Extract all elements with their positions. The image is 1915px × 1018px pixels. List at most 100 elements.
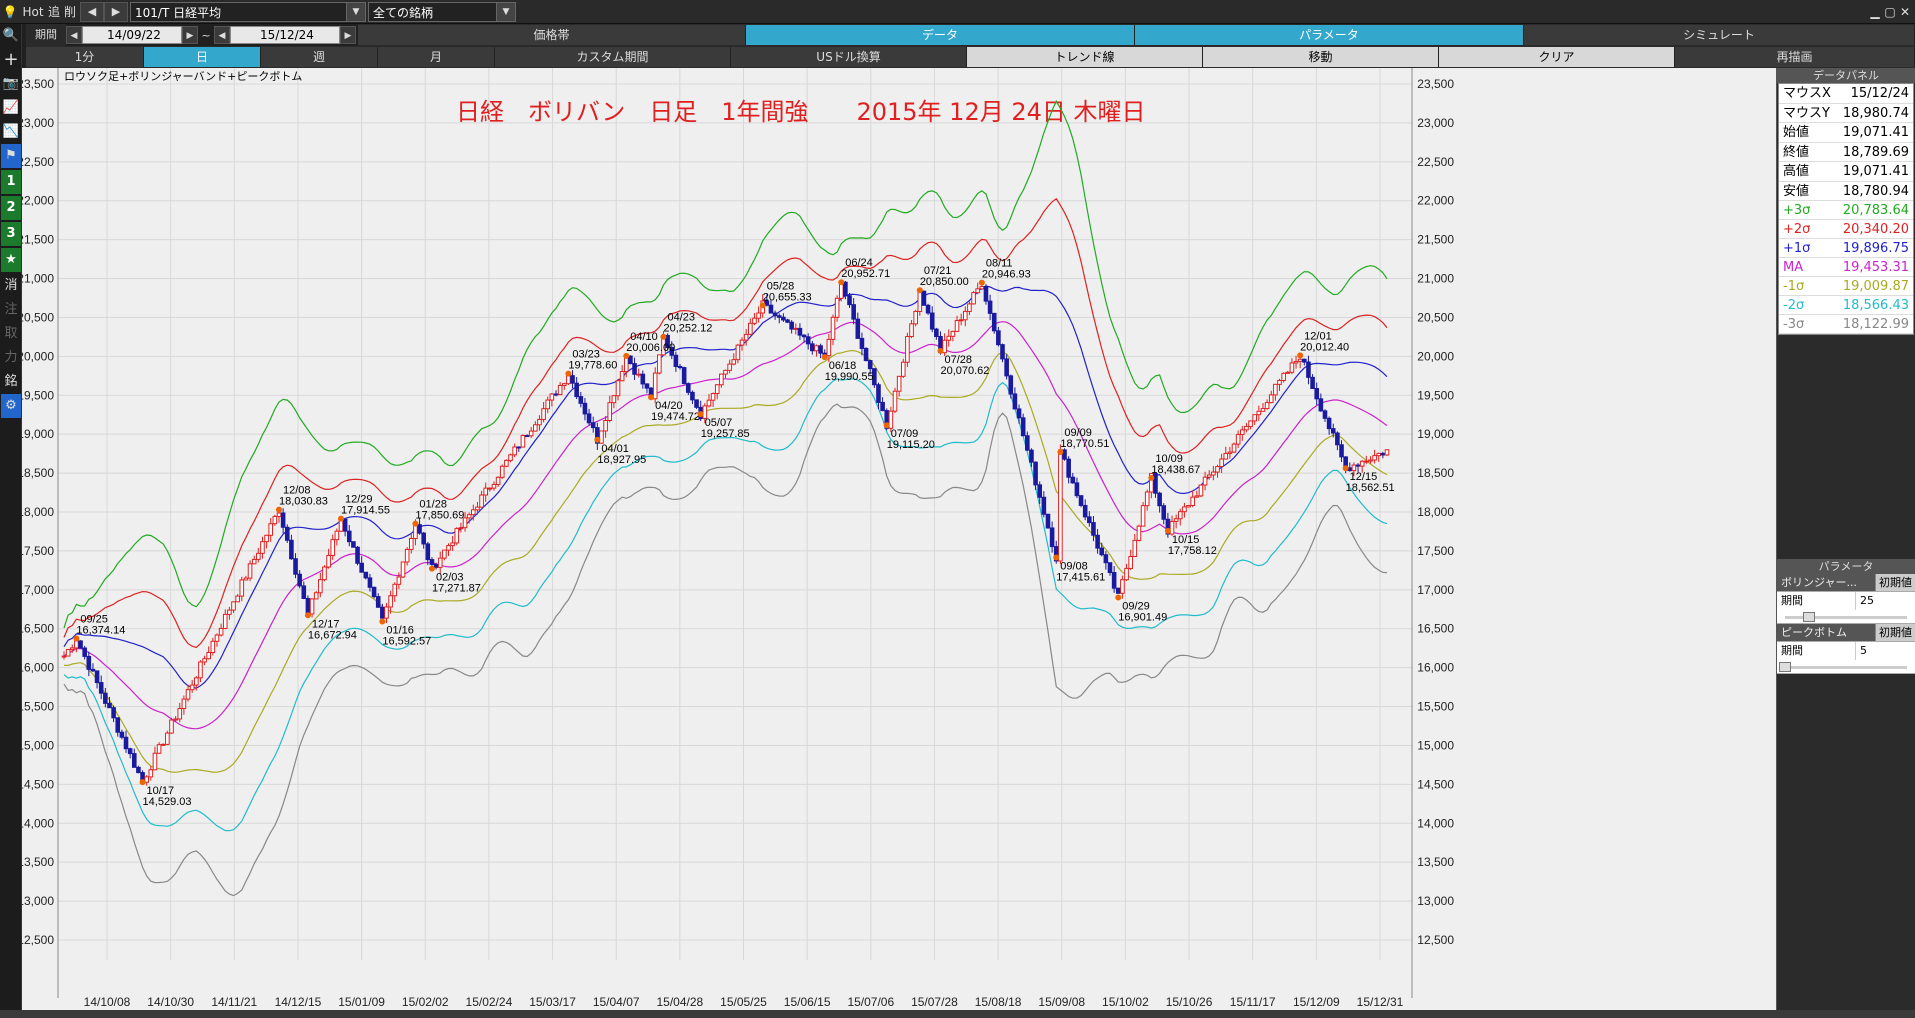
peak-bottom-marker xyxy=(304,612,311,619)
to-date-input[interactable]: 15/12/24 xyxy=(230,26,340,44)
from-date-input[interactable]: 14/09/22 xyxy=(82,26,182,44)
data-panel-header: データパネル xyxy=(1777,68,1915,83)
tab-month[interactable]: 月 xyxy=(378,47,495,67)
add-button[interactable]: 追 xyxy=(46,2,62,22)
from-next-button[interactable]: ▶ xyxy=(182,26,198,44)
x-tick-label: 15/07/06 xyxy=(847,995,894,1009)
data-panel-key: 始値 xyxy=(1783,125,1810,140)
param-bb-init-button[interactable]: 初期値 xyxy=(1875,574,1915,591)
tab-clear[interactable]: クリア xyxy=(1439,47,1675,67)
candle-body xyxy=(69,647,75,651)
tab-redraw[interactable]: 再描画 xyxy=(1675,47,1915,67)
from-prev-button[interactable]: ◀ xyxy=(66,26,82,44)
preset-3-button[interactable]: 3 xyxy=(1,222,21,246)
peak-bottom-marker xyxy=(697,411,704,418)
data-panel-row: -2σ 18,566.43 xyxy=(1779,296,1913,315)
annotation-value: 20,070.62 xyxy=(940,365,989,377)
preset-2-button[interactable]: 2 xyxy=(1,196,21,220)
trade-button[interactable]: 取 xyxy=(1,322,21,346)
candle-body xyxy=(111,707,116,719)
tab-move[interactable]: 移動 xyxy=(1203,47,1439,67)
candle-body xyxy=(810,343,815,352)
candle-body xyxy=(991,312,997,332)
param-bb-slider[interactable] xyxy=(1777,610,1915,624)
note-button[interactable]: 注 xyxy=(1,298,21,322)
param-pb-slider-thumb[interactable] xyxy=(1779,662,1791,672)
candle-body xyxy=(727,363,732,371)
tab-simulate[interactable]: シミュレート xyxy=(1524,25,1915,45)
param-pb-init-button[interactable]: 初期値 xyxy=(1875,624,1915,641)
chart-area[interactable]: 23,500 23,500 23,000 23,000 22,500 22,500 22,0… xyxy=(22,68,1776,1010)
param-bb-period-input[interactable]: 25 xyxy=(1855,592,1915,610)
to-next-button[interactable]: ▶ xyxy=(340,26,356,44)
crosshair-icon[interactable]: + xyxy=(1,48,21,72)
range-tilde: ~ xyxy=(201,29,211,42)
candle-body xyxy=(677,365,683,369)
candle-body xyxy=(1364,460,1369,463)
gear-icon[interactable]: ⚙ xyxy=(1,394,21,418)
star-icon[interactable]: ★ xyxy=(1,248,21,272)
candle-body xyxy=(1202,476,1208,486)
lightbulb-icon[interactable]: 💡 xyxy=(0,2,20,22)
minimize-icon[interactable]: ▁ xyxy=(1868,2,1882,22)
candle-body xyxy=(1177,511,1183,520)
to-prev-button[interactable]: ◀ xyxy=(214,26,230,44)
search-icon[interactable]: 🔍 xyxy=(1,24,21,48)
filter-select[interactable]: 全ての銘柄 xyxy=(368,2,498,22)
param-bb-slider-thumb[interactable] xyxy=(1803,612,1815,622)
chart-area-icon[interactable]: 📉 xyxy=(1,120,21,144)
candle-body xyxy=(934,328,939,337)
candle-body xyxy=(533,424,538,432)
symbol-select[interactable]: 101/T 日経平均 xyxy=(130,2,348,22)
flag-icon[interactable]: ⚑ xyxy=(1,144,21,168)
candle-body xyxy=(446,545,451,551)
period-label: 期間 xyxy=(26,24,66,46)
preset-1-button[interactable]: 1 xyxy=(1,170,21,194)
candle-body xyxy=(198,661,203,679)
delete-button[interactable]: 削 xyxy=(62,2,78,22)
filter-dropdown-icon[interactable]: ▼ xyxy=(496,2,516,22)
candle-body xyxy=(355,546,360,564)
candle-body xyxy=(169,719,174,734)
y-tick-label-right: 20,500 xyxy=(1417,310,1454,324)
candle-body xyxy=(330,539,336,556)
candle-body xyxy=(90,668,96,672)
y-tick-label-right: 16,500 xyxy=(1417,622,1454,636)
symbol-button[interactable]: 銘 xyxy=(1,370,21,394)
candle-body xyxy=(524,435,530,438)
param-pb-slider[interactable] xyxy=(1777,660,1915,674)
tab-trendline[interactable]: トレンド線 xyxy=(967,47,1203,67)
power-button[interactable]: 力 xyxy=(1,346,21,370)
tab-custom-period[interactable]: カスタム期間 xyxy=(495,47,731,67)
candlestick-chart[interactable]: 23,500 23,500 23,000 23,000 22,500 22,500 22,0… xyxy=(22,68,1776,1010)
tab-data[interactable]: データ xyxy=(746,25,1135,45)
tab-price-band[interactable]: 価格帯 xyxy=(358,25,746,45)
tab-week[interactable]: 週 xyxy=(261,47,378,67)
candle-body xyxy=(384,606,389,619)
camera-icon[interactable]: 📷 xyxy=(1,72,21,96)
candle-body xyxy=(359,562,364,573)
candle-body xyxy=(189,684,195,691)
x-tick-label: 14/10/08 xyxy=(84,995,131,1009)
tab-1min[interactable]: 1分 xyxy=(26,47,144,67)
candle-body xyxy=(206,651,212,660)
annotation-value: 20,006.00 xyxy=(626,342,675,354)
chart-line-icon[interactable]: 📈 xyxy=(1,96,21,120)
close-icon[interactable]: ✕ xyxy=(1898,2,1912,22)
candle-body xyxy=(1306,361,1311,378)
symbol-dropdown-icon[interactable]: ▼ xyxy=(346,2,366,22)
tab-usd[interactable]: USドル換算 xyxy=(731,47,967,67)
overview-strip[interactable] xyxy=(0,1010,1915,1018)
erase-button[interactable]: 消 xyxy=(1,274,21,298)
x-tick-label: 15/09/08 xyxy=(1038,995,1085,1009)
prev-symbol-button[interactable]: ◀ xyxy=(80,2,104,22)
tab-parameter[interactable]: パラメータ xyxy=(1135,25,1524,45)
hot-button[interactable]: Hot xyxy=(20,2,46,22)
data-panel-row: -1σ 19,009.87 xyxy=(1779,277,1913,296)
maximize-icon[interactable]: ▢ xyxy=(1883,2,1897,22)
tab-day[interactable]: 日 xyxy=(144,47,261,67)
param-pb-period-input[interactable]: 5 xyxy=(1855,642,1915,660)
candle-body xyxy=(479,494,484,508)
candle-body xyxy=(1049,527,1055,548)
next-symbol-button[interactable]: ▶ xyxy=(104,2,128,22)
